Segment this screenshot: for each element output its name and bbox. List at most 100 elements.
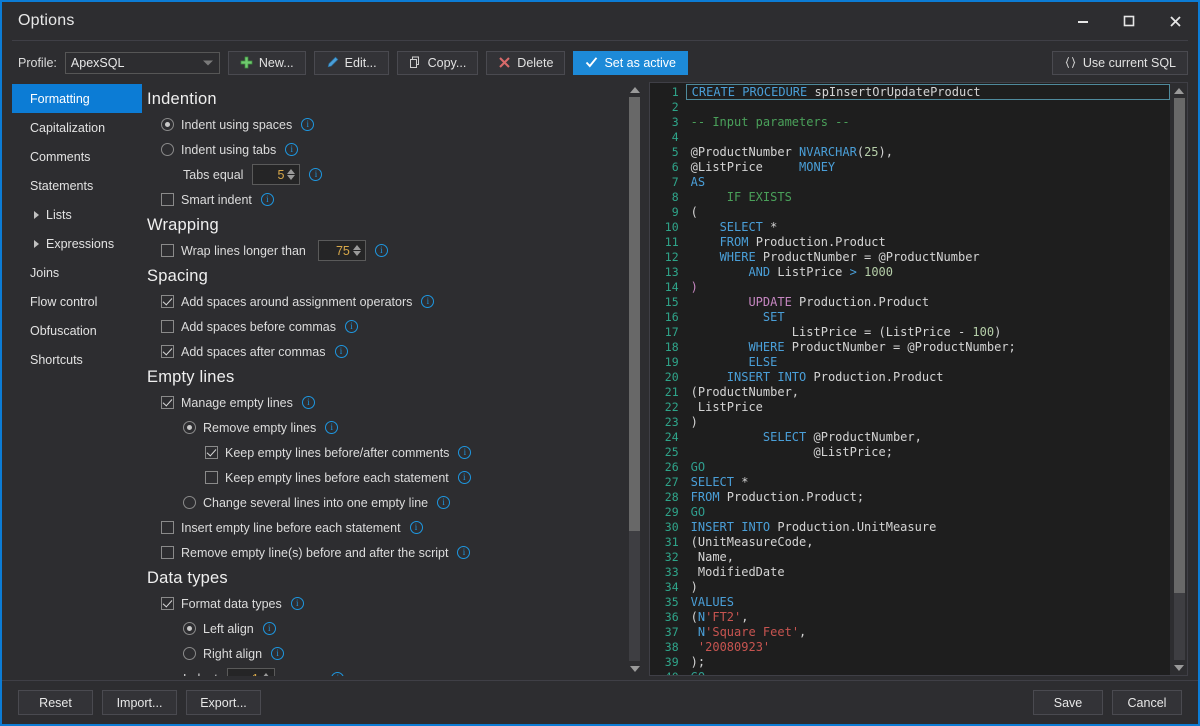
option-row[interactable]: Change several lines into one empty line… [145,490,626,515]
info-icon[interactable]: i [457,471,471,484]
sidebar-item-formatting[interactable]: Formatting [12,84,142,113]
code-text[interactable]: ); [686,655,1170,669]
sidebar-item-expressions[interactable]: Expressions [12,229,142,258]
checkbox[interactable] [161,295,174,308]
code-text[interactable]: @ListPrice; [686,445,1170,459]
checkbox[interactable] [161,345,174,358]
option-row[interactable]: Indent using tabs i [145,137,626,162]
option-row[interactable]: Indent using spaces i [145,112,626,137]
stepper-up-icon[interactable] [287,169,296,174]
sidebar-item-statements[interactable]: Statements [12,171,142,200]
scroll-down-icon[interactable] [629,661,640,676]
sidebar-item-comments[interactable]: Comments [12,142,142,171]
code-text[interactable]: GO [686,670,1170,676]
option-row[interactable]: Add spaces before commas i [145,314,626,339]
stepper-down-icon[interactable] [287,175,296,180]
radio-button[interactable] [161,143,174,156]
stepper-up-icon[interactable] [352,245,361,250]
sql-code-editor[interactable]: 1 CREATE PROCEDURE spInsertOrUpdateProduc… [649,83,1170,676]
checkbox[interactable] [161,597,174,610]
code-text[interactable]: VALUES [686,595,1170,609]
code-text[interactable]: WHERE ProductNumber = @ProductNumber; [686,340,1170,354]
option-row[interactable]: Indent 1 spaces i [145,666,626,676]
code-text[interactable]: (UnitMeasureCode, [686,535,1170,549]
stepper-down-icon[interactable] [352,251,361,256]
code-text[interactable]: GO [686,460,1170,474]
checkbox[interactable] [161,521,174,534]
info-icon[interactable]: i [457,546,471,559]
use-current-sql-button[interactable]: Use current SQL [1051,50,1188,75]
code-text[interactable] [686,100,1170,114]
number-stepper[interactable]: 75 [317,240,366,261]
code-text[interactable]: N'Square Feet', [686,625,1170,639]
code-text[interactable]: @ListPrice MONEY [686,160,1170,174]
info-icon[interactable]: i [301,118,315,131]
info-icon[interactable]: i [301,396,315,409]
code-text[interactable]: ModifiedDate [686,565,1170,579]
code-text[interactable]: GO [686,505,1170,519]
code-text[interactable]: ) [686,280,1170,294]
code-text[interactable]: ListPrice [686,400,1170,414]
info-icon[interactable]: i [374,244,388,257]
code-text[interactable]: WHERE ProductNumber = @ProductNumber [686,250,1170,264]
code-text[interactable]: '20080923' [686,640,1170,654]
scroll-up-icon[interactable] [629,82,640,97]
option-row[interactable]: Wrap lines longer than 75 i [145,238,626,263]
code-text[interactable]: ListPrice = (ListPrice - 100) [686,325,1170,339]
info-icon[interactable]: i [260,193,274,206]
info-icon[interactable]: i [437,496,451,509]
checkbox[interactable] [161,320,174,333]
checkbox[interactable] [161,193,174,206]
options-scroll-track[interactable] [629,97,641,661]
sidebar-item-shortcuts[interactable]: Shortcuts [12,345,142,374]
options-scroll-thumb[interactable] [629,97,641,532]
info-icon[interactable]: i [409,521,423,534]
editor-scroll-thumb[interactable] [1173,98,1185,593]
minimize-icon[interactable] [1060,2,1106,40]
radio-button[interactable] [183,647,196,660]
radio-button[interactable] [183,421,196,434]
export-button[interactable]: Export... [186,690,261,715]
info-icon[interactable]: i [262,622,276,635]
sidebar-item-obfuscation[interactable]: Obfuscation [12,316,142,345]
sidebar-item-lists[interactable]: Lists [12,200,142,229]
checkbox[interactable] [161,396,174,409]
info-icon[interactable]: i [309,168,323,181]
code-text[interactable]: FROM Production.Product; [686,490,1170,504]
code-text[interactable]: CREATE PROCEDURE spInsertOrUpdateProduct [685,83,1170,100]
editor-scroll-up-icon[interactable] [1174,83,1184,98]
code-text[interactable]: -- Input parameters -- [686,115,1170,129]
info-icon[interactable]: i [421,295,435,308]
code-text[interactable]: SELECT @ProductNumber, [686,430,1170,444]
set-as-active-button[interactable]: Set as active [573,50,689,75]
info-icon[interactable]: i [290,597,304,610]
reset-button[interactable]: Reset [18,690,93,715]
code-text[interactable]: ( [686,205,1170,219]
code-text[interactable]: SET [686,310,1170,324]
code-text[interactable]: FROM Production.Product [686,235,1170,249]
profile-select[interactable]: ApexSQL [64,51,220,74]
number-stepper[interactable]: 5 [252,164,301,185]
checkbox[interactable] [161,546,174,559]
code-text[interactable]: ) [686,580,1170,594]
option-row[interactable]: Remove empty lines i [145,415,626,440]
options-scrollbar[interactable] [625,82,643,676]
code-text[interactable]: SELECT * [686,220,1170,234]
new-button[interactable]: New... [227,50,306,75]
option-row[interactable]: Format data types i [145,591,626,616]
checkbox[interactable] [205,471,218,484]
option-row[interactable]: Left align i [145,616,626,641]
radio-button[interactable] [161,118,174,131]
info-icon[interactable]: i [334,345,348,358]
code-text[interactable]: SELECT * [686,475,1170,489]
cancel-button[interactable]: Cancel [1112,690,1182,715]
option-row[interactable]: Tabs equal 5 i [145,162,626,187]
option-row[interactable]: Smart indent i [145,187,626,212]
edit-button[interactable]: Edit... [313,50,389,75]
sidebar-item-capitalization[interactable]: Capitalization [12,113,142,142]
code-text[interactable]: ELSE [686,355,1170,369]
info-icon[interactable]: i [271,647,285,660]
stepper-up-icon[interactable] [261,673,270,676]
code-text[interactable]: AS [686,175,1170,189]
info-icon[interactable]: i [331,672,345,676]
